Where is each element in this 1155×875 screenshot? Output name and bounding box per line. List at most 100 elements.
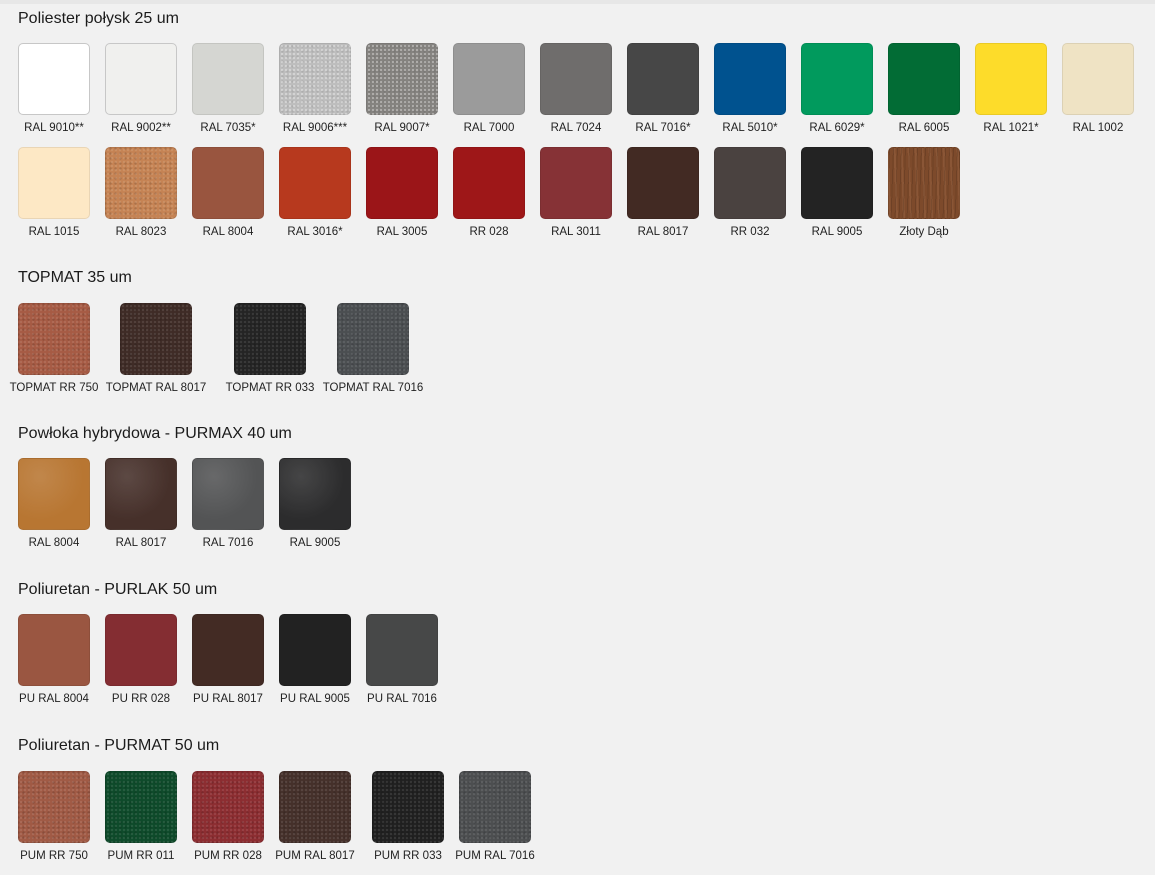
section-topmat: TOPMAT 35 um TOPMAT RR 750 TOPMAT RAL 80…: [10, 268, 424, 394]
color-chip[interactable]: [888, 147, 960, 219]
color-label: RAL 1015: [28, 226, 80, 238]
color-label: RAL 8017: [637, 226, 689, 238]
color-chip[interactable]: [105, 43, 177, 115]
color-swatch[interactable]: PUM RAL 7016: [455, 771, 549, 875]
color-chip[interactable]: [18, 303, 90, 375]
color-swatch[interactable]: TOPMAT RR 033: [226, 303, 324, 407]
color-swatch[interactable]: RAL 9005: [279, 458, 369, 562]
color-chip[interactable]: [18, 614, 90, 686]
section-purmax: Powłoka hybrydowa - PURMAX 40 um RAL 800…: [18, 424, 351, 549]
color-swatch[interactable]: TOPMAT RR 750: [10, 303, 108, 407]
color-chip[interactable]: [234, 303, 306, 375]
color-chip[interactable]: [18, 771, 90, 843]
color-label: RAL 7016*: [635, 122, 691, 134]
color-chip[interactable]: [279, 458, 351, 530]
color-label: PU RR 028: [111, 693, 171, 705]
color-label: PUM RR 011: [107, 850, 175, 862]
color-label: RR 032: [730, 226, 770, 238]
color-label: RAL 3011: [551, 226, 601, 238]
color-chip[interactable]: [540, 147, 612, 219]
color-chip[interactable]: [366, 43, 438, 115]
color-label: PU RAL 9005: [280, 693, 350, 705]
color-chip[interactable]: [627, 147, 699, 219]
color-chip[interactable]: [453, 147, 525, 219]
color-chip[interactable]: [120, 303, 192, 375]
color-label: TOPMAT RR 750: [9, 382, 99, 394]
color-swatch[interactable]: PU RAL 7016: [366, 614, 456, 718]
color-chip[interactable]: [192, 147, 264, 219]
color-label: TOPMAT RR 033: [225, 382, 315, 394]
color-chip[interactable]: [337, 303, 409, 375]
color-chip[interactable]: [459, 771, 531, 843]
color-label: PUM RR 750: [20, 850, 88, 862]
top-divider: [0, 0, 1155, 4]
color-label: RAL 7016: [202, 537, 254, 549]
color-label: PU RAL 7016: [367, 693, 437, 705]
color-chip[interactable]: [279, 147, 351, 219]
color-label: RAL 9010**: [24, 122, 84, 134]
color-label: RAL 7000: [463, 122, 515, 134]
color-chip[interactable]: [366, 614, 438, 686]
color-chip[interactable]: [192, 458, 264, 530]
color-chip[interactable]: [18, 147, 90, 219]
color-chip[interactable]: [453, 43, 525, 115]
color-label: RAL 1021*: [983, 122, 1039, 134]
color-label: PUM RAL 7016: [455, 850, 535, 862]
section-purlak: Poliuretan - PURLAK 50 um PU RAL 8004 PU…: [18, 580, 438, 705]
section-title: Powłoka hybrydowa - PURMAX 40 um: [18, 425, 292, 442]
section-title: Poliuretan - PURLAK 50 um: [18, 581, 218, 598]
color-label: RAL 9002**: [111, 122, 171, 134]
color-chip[interactable]: [279, 614, 351, 686]
color-label: RAL 9005: [811, 226, 863, 238]
color-label: PUM RR 033: [374, 850, 442, 862]
section-title: Poliuretan - PURMAT 50 um: [18, 737, 220, 754]
color-chip[interactable]: [801, 147, 873, 219]
color-label: RAL 3005: [376, 226, 428, 238]
color-label: RAL 8004: [202, 226, 254, 238]
color-label: RAL 7035*: [200, 122, 256, 134]
color-swatch[interactable]: TOPMAT RAL 7016: [323, 303, 427, 407]
color-chip[interactable]: [714, 43, 786, 115]
color-chip[interactable]: [105, 147, 177, 219]
color-chip[interactable]: [372, 771, 444, 843]
color-label: RAL 8023: [115, 226, 167, 238]
color-label: PUM RR 028: [194, 850, 262, 862]
color-chip[interactable]: [975, 43, 1047, 115]
section-purmat: Poliuretan - PURMAT 50 um PUM RR 750 PUM…: [18, 736, 535, 862]
color-chip[interactable]: [801, 43, 873, 115]
color-chip[interactable]: [192, 43, 264, 115]
color-chip[interactable]: [540, 43, 612, 115]
color-label: PU RAL 8017: [193, 693, 263, 705]
color-label: PU RAL 8004: [19, 693, 89, 705]
color-chip[interactable]: [18, 458, 90, 530]
section-poliester: Poliester połysk 25 um RAL 9010** RAL 90…: [18, 9, 1134, 238]
color-chip[interactable]: [627, 43, 699, 115]
color-chip[interactable]: [1062, 43, 1134, 115]
color-label: RAL 8004: [28, 537, 80, 549]
color-swatch[interactable]: TOPMAT RAL 8017: [106, 303, 210, 407]
color-label: RR 028: [469, 226, 509, 238]
color-chip[interactable]: [18, 43, 90, 115]
color-label: RAL 8017: [115, 537, 167, 549]
color-swatch[interactable]: PUM RAL 8017: [275, 771, 369, 875]
color-label: RAL 6029*: [809, 122, 865, 134]
color-label: RAL 3016*: [287, 226, 343, 238]
color-swatch[interactable]: RAL 1002: [1062, 43, 1152, 147]
color-chip[interactable]: [279, 771, 351, 843]
color-chip[interactable]: [279, 43, 351, 115]
color-label: TOPMAT RAL 8017: [105, 382, 207, 394]
color-label: PUM RAL 8017: [275, 850, 355, 862]
color-chip[interactable]: [192, 614, 264, 686]
color-chip[interactable]: [714, 147, 786, 219]
color-chip[interactable]: [192, 771, 264, 843]
color-label: RAL 5010*: [722, 122, 778, 134]
color-chip[interactable]: [105, 771, 177, 843]
color-chip[interactable]: [888, 43, 960, 115]
color-chip[interactable]: [105, 614, 177, 686]
color-swatch[interactable]: Złoty Dąb: [888, 147, 978, 251]
color-chip[interactable]: [105, 458, 177, 530]
color-chip[interactable]: [366, 147, 438, 219]
color-label: RAL 9007*: [374, 122, 430, 134]
color-label: RAL 9006***: [282, 122, 348, 134]
color-label: RAL 7024: [550, 122, 602, 134]
